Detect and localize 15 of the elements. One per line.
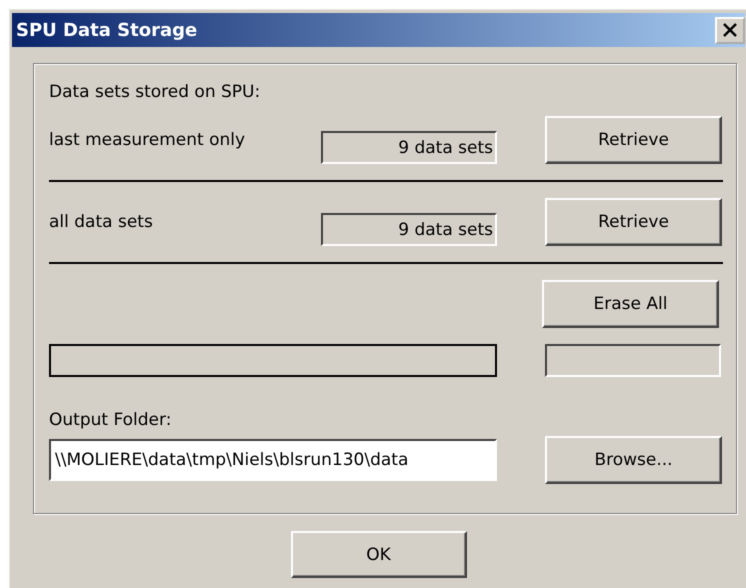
browse-button[interactable]: Browse... xyxy=(545,436,722,484)
ok-button[interactable]: OK xyxy=(290,531,466,578)
window-title: SPU Data Storage xyxy=(16,20,198,40)
erase-all-button[interactable]: Erase All xyxy=(542,280,719,328)
count-field: 9 data sets xyxy=(321,212,497,246)
row-label: all data sets xyxy=(49,212,154,232)
retrieve-button[interactable]: Retrieve xyxy=(545,198,722,246)
row-label: last measurement only xyxy=(49,130,246,150)
close-button[interactable] xyxy=(715,16,745,44)
count-field: 9 data sets xyxy=(321,130,497,164)
output-folder-field[interactable]: \\MOLIERE\data\tmp\Niels\blsrun130\data xyxy=(49,439,497,481)
output-folder-label: Output Folder: xyxy=(49,410,172,430)
close-icon xyxy=(722,23,738,37)
group-heading: Data sets stored on SPU: xyxy=(49,82,260,102)
retrieve-button[interactable]: Retrieve xyxy=(545,116,722,164)
